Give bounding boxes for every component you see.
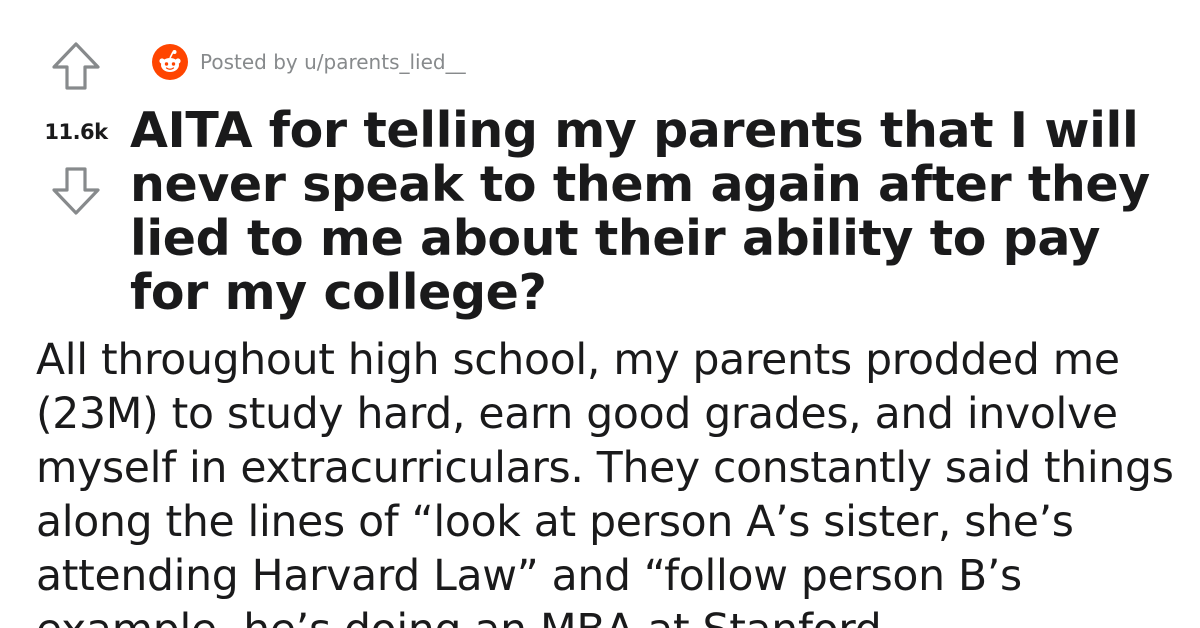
user-avatar[interactable] [152, 44, 188, 80]
downvote-button[interactable] [50, 165, 102, 217]
post-body: All throughout high school, my parents p… [36, 336, 1174, 628]
upvote-button[interactable] [50, 40, 102, 92]
arrow-down-outline-icon [52, 167, 100, 215]
vote-count: 11.6k [44, 120, 108, 144]
post-meta: Posted by u/parents_lied__ [152, 42, 466, 82]
arrow-up-outline-icon [52, 42, 100, 90]
snoo-avatar-icon [159, 50, 181, 72]
vote-column: 11.6k [30, 40, 122, 230]
post-title[interactable]: AITA for telling my parents that I will … [130, 104, 1170, 320]
posted-by-label[interactable]: Posted by u/parents_lied__ [200, 50, 466, 74]
